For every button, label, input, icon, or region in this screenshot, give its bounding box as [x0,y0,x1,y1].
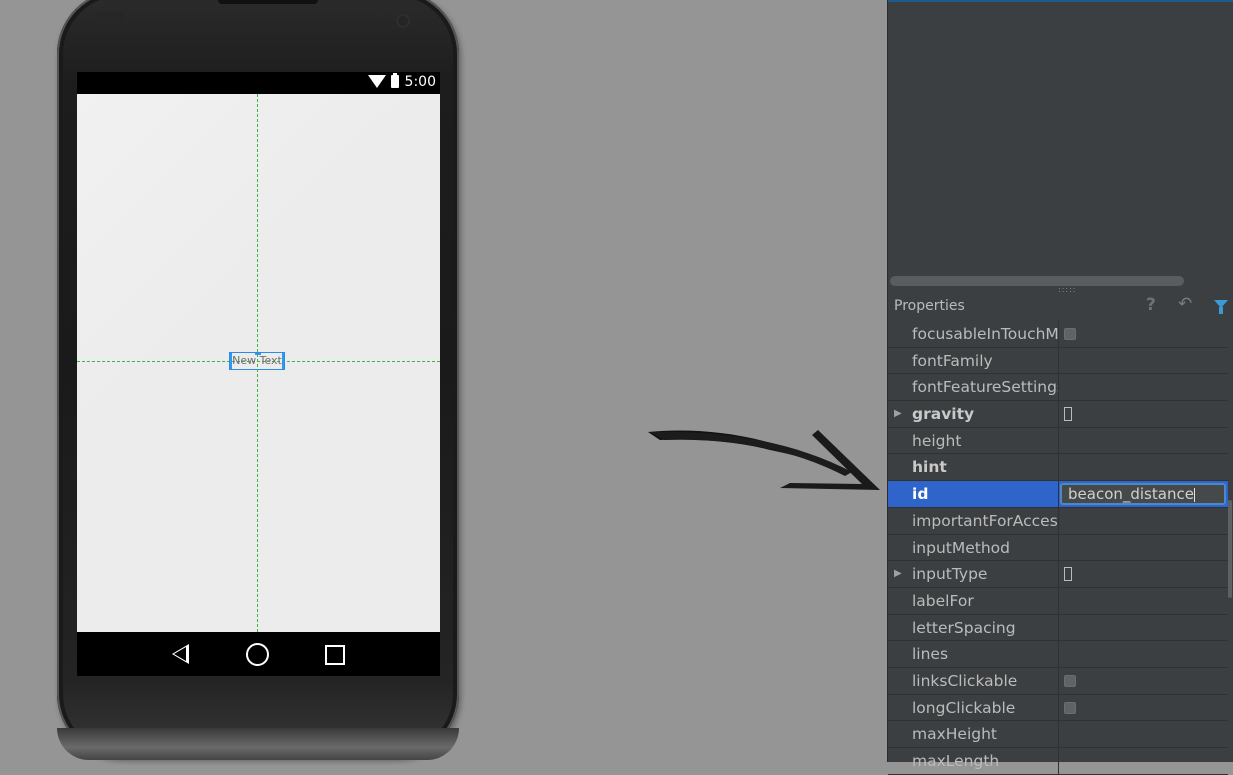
property-row-importantforaccessibility[interactable]: importantForAccessibility [888,507,1228,535]
property-row-inputmethod[interactable]: inputMethod [888,534,1228,562]
back-icon[interactable] [172,644,189,664]
front-camera-icon [396,14,410,28]
filter-icon[interactable] [1214,300,1228,314]
column-divider [1058,694,1059,722]
device-rim [57,728,459,760]
property-row-hint[interactable]: hint [888,454,1228,482]
status-bar: 5:00 [77,72,440,94]
property-row-height[interactable]: height [888,427,1228,455]
column-divider [1058,481,1059,509]
property-name: gravity [912,405,975,424]
properties-header: Properties ? ↶ [888,294,1233,320]
flag-value-icon[interactable] [1064,407,1072,422]
expand-arrow-icon[interactable]: ▶ [894,408,902,419]
panel-title: Properties [894,298,965,314]
expand-arrow-icon[interactable]: ▶ [894,568,902,579]
device-screen: 5:00 New Text [77,72,440,676]
property-checkbox[interactable] [1064,674,1076,687]
proximity-sensor [97,12,125,20]
splitter-grip-icon[interactable]: ::::: [1058,285,1076,294]
recents-icon[interactable] [325,645,345,665]
help-icon[interactable]: ? [1146,295,1156,315]
property-name: focusableInTouchMode [912,325,1058,343]
column-divider [1058,321,1059,348]
property-row-longclickable[interactable]: longClickable [888,694,1228,722]
property-name: inputType [912,565,988,584]
property-name: labelFor [912,591,974,610]
property-row-linksclickable[interactable]: linksClickable [888,667,1228,695]
speaker-grille [218,0,318,4]
property-name: fontFeatureSettings [912,378,1058,397]
flag-value-icon[interactable] [1064,567,1072,582]
property-row-fontfeaturesettings[interactable]: fontFeatureSettings [888,374,1228,402]
restore-defaults-icon[interactable]: ↶ [1178,294,1192,314]
layout-canvas[interactable]: New Text [77,94,440,632]
status-time: 5:00 [404,74,436,90]
id-value-input[interactable]: beacon_distance [1060,483,1226,506]
column-divider [1058,641,1059,669]
property-row-gravity[interactable]: ▶ gravity [888,401,1228,429]
property-name: maxHeight [912,725,998,744]
column-divider [1058,667,1059,695]
text-caret [1193,487,1195,502]
column-divider [1058,507,1059,535]
column-divider [1058,534,1059,562]
column-divider [1058,347,1059,375]
column-divider [1058,587,1059,615]
property-name: fontFamily [912,351,993,370]
column-divider [1058,454,1059,482]
resize-handle-top[interactable] [255,353,261,355]
property-name: height [912,431,962,450]
property-checkbox[interactable] [1064,328,1076,340]
column-divider [1058,614,1059,642]
property-row-maxlength[interactable]: maxLength [888,748,1228,775]
resize-handle-left[interactable] [230,353,232,369]
property-name: letterSpacing [912,618,1016,637]
wifi-icon [368,75,386,88]
property-name: inputMethod [912,538,1011,557]
id-value-text: beacon_distance [1068,485,1194,504]
property-row-focusableintouchmode[interactable]: focusableInTouchMode [888,321,1228,348]
textview-text: New Text [232,354,282,367]
property-row-id[interactable]: id beacon_distance [888,481,1228,509]
properties-panel: ::::: Properties ? ↶ focusableInTouchMod… [887,0,1233,775]
property-name: importantForAccessibility [912,511,1058,530]
column-divider [1058,721,1059,749]
property-name: id [912,485,929,504]
property-row-labelfor[interactable]: labelFor [888,587,1228,615]
property-row-inputtype[interactable]: ▶ inputType [888,561,1228,589]
property-table: focusableInTouchMode fontFamily fontFeatur… [888,321,1228,775]
navigation-bar [77,632,440,676]
column-divider [1058,374,1059,402]
horizontal-scrollbar[interactable] [890,276,1184,286]
property-row-letterspacing[interactable]: letterSpacing [888,614,1228,642]
property-name: hint [912,458,947,477]
property-name: linksClickable [912,671,1018,690]
battery-icon [391,73,399,88]
home-icon[interactable] [246,643,269,666]
selected-textview[interactable]: New Text [229,352,285,370]
column-divider [1058,561,1059,589]
panel-top-border [888,0,1233,2]
property-row-fontfamily[interactable]: fontFamily [888,347,1228,375]
column-divider [1058,427,1059,455]
property-name: lines [912,645,949,664]
property-name: longClickable [912,698,1016,717]
property-row-maxheight[interactable]: maxHeight [888,721,1228,749]
curved-arrow-icon [648,430,880,490]
property-row-lines[interactable]: lines [888,641,1228,669]
vertical-scrollbar[interactable] [1228,500,1232,598]
property-name: maxLength [912,752,1000,770]
column-divider [1058,401,1059,429]
resize-handle-right[interactable] [282,353,284,369]
property-checkbox[interactable] [1064,701,1076,714]
